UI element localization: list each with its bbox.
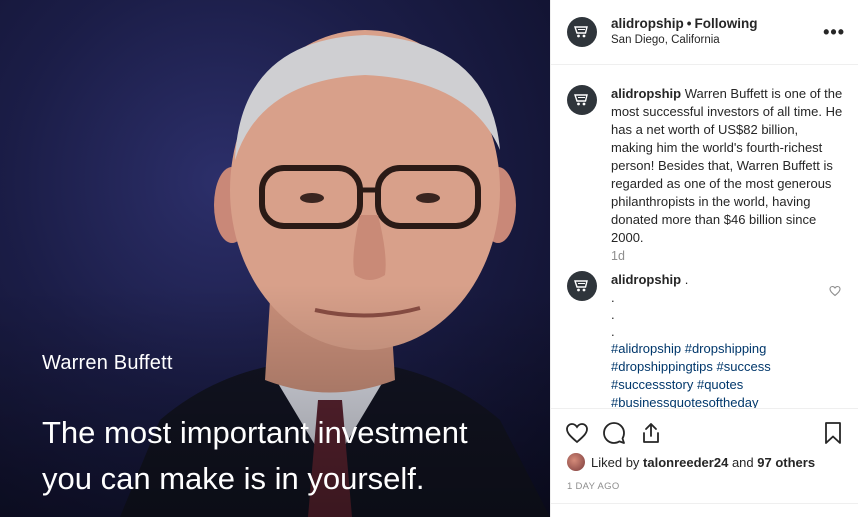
comment-dot: . <box>611 290 615 305</box>
cart-logo-icon <box>574 280 588 292</box>
liker-avatar[interactable] <box>567 453 585 471</box>
hashtag-line[interactable]: #dropshippingtips #success <box>611 358 843 376</box>
photo-caption-name: Warren Buffett <box>42 352 173 374</box>
more-options-icon[interactable]: ••• <box>823 22 845 43</box>
hashtag-line[interactable]: #alidropship #dropshipping <box>611 340 843 358</box>
caption-text-block: alidropship Warren Buffett is one of the… <box>611 85 843 247</box>
caption-username[interactable]: alidropship <box>611 86 681 101</box>
heart-icon[interactable] <box>565 421 589 445</box>
photo-quote-line-1: The most important investment <box>42 415 468 450</box>
hashtag-comment: alidropship . . . . #alidropship #dropsh… <box>567 271 847 408</box>
avatar[interactable] <box>567 85 597 115</box>
caption-time[interactable]: 1d <box>611 249 625 263</box>
post-header: alidropship • Following San Diego, Califor… <box>551 0 858 65</box>
bookmark-icon[interactable] <box>821 421 845 445</box>
comment-dot: . <box>611 307 615 322</box>
likes-line: Liked by talonreeder24 and 97 others <box>567 453 815 471</box>
follow-status-button[interactable]: Following <box>695 16 758 31</box>
avatar[interactable] <box>567 271 597 301</box>
post-image[interactable]: Warren Buffett The most important invest… <box>0 0 550 517</box>
caption-comment: alidropship Warren Buffett is one of the… <box>567 85 847 285</box>
caption-text: Warren Buffett is one of the most succes… <box>611 86 843 245</box>
cart-logo-icon <box>574 26 588 38</box>
photo-quote: The most important investment you can ma… <box>42 410 542 502</box>
hashtag-line[interactable]: #successstory #quotes <box>611 376 843 394</box>
cart-logo-icon <box>574 94 588 106</box>
header-user-line: alidropship • Following <box>611 16 758 31</box>
hashtag-line[interactable]: #businessquotesoftheday <box>611 394 843 408</box>
comment-like-heart-icon[interactable] <box>829 285 841 297</box>
comment-first-dot: . <box>684 272 689 287</box>
avatar[interactable] <box>567 17 597 47</box>
header-username[interactable]: alidropship <box>611 16 684 31</box>
comment-dot: . <box>611 324 615 339</box>
hashtag-comment-body: alidropship . . . . #alidropship #dropsh… <box>611 271 843 408</box>
post-actions: Liked by talonreeder24 and 97 others 1 D… <box>551 408 858 517</box>
liker-username[interactable]: talonreeder24 <box>643 455 728 470</box>
comment-username[interactable]: alidropship <box>611 272 681 287</box>
header-location[interactable]: San Diego, California <box>611 34 720 46</box>
likes-prefix: Liked by <box>591 454 640 470</box>
post-date[interactable]: 1 DAY AGO <box>567 481 620 492</box>
likes-joiner: and <box>731 454 754 470</box>
photo-quote-line-2: you can make is in yourself. <box>42 461 425 496</box>
share-icon[interactable] <box>639 421 663 445</box>
comment-icon[interactable] <box>602 421 626 445</box>
post-side-panel: alidropship • Following San Diego, Califor… <box>550 0 858 517</box>
likes-others-link[interactable]: 97 others <box>757 455 815 470</box>
comments-area[interactable]: alidropship Warren Buffett is one of the… <box>551 66 858 408</box>
header-separator: • <box>686 16 692 31</box>
divider <box>551 503 858 504</box>
